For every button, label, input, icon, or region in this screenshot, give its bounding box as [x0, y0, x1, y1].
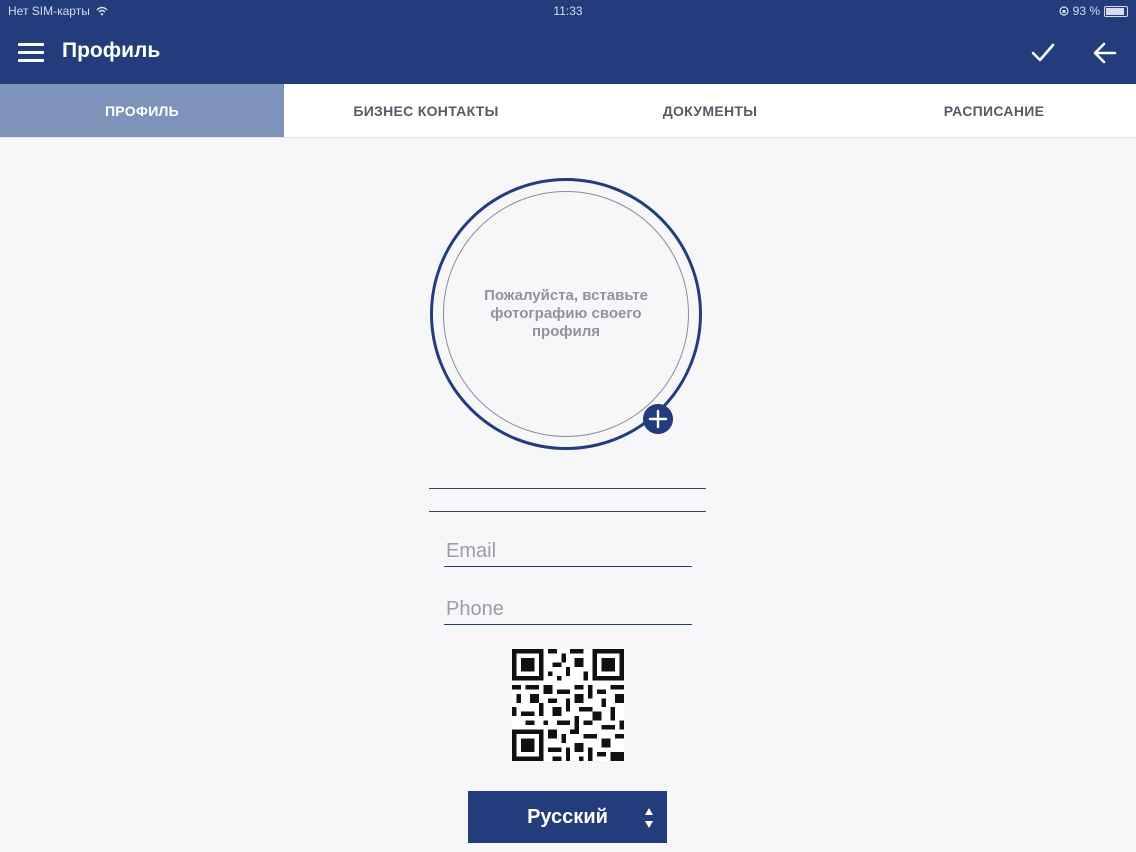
arrow-left-icon[interactable] — [1092, 40, 1118, 66]
profile-photo-placeholder: Пожалуйста, вставьте фотографию своего п… — [443, 191, 689, 437]
tab-profile[interactable]: ПРОФИЛЬ — [0, 84, 284, 137]
select-arrows-icon — [645, 808, 653, 828]
hamburger-menu-icon[interactable] — [18, 43, 44, 63]
checkmark-icon[interactable] — [1030, 40, 1056, 66]
rotation-lock-icon — [1059, 6, 1069, 16]
battery-status: 93 % — [1059, 4, 1128, 18]
battery-icon — [1104, 5, 1128, 17]
tab-bar: ПРОФИЛЬ БИЗНЕС КОНТАКТЫ ДОКУМЕНТЫ РАСПИС… — [0, 84, 1136, 138]
plus-icon[interactable] — [643, 404, 673, 434]
tab-business-contacts[interactable]: БИЗНЕС КОНТАКТЫ — [284, 84, 568, 137]
photo-hint-text: Пожалуйста, вставьте фотографию своего п… — [484, 287, 648, 340]
status-time: 11:33 — [553, 4, 583, 18]
tab-documents[interactable]: ДОКУМЕНТЫ — [568, 84, 852, 137]
language-select[interactable]: Русский — [468, 791, 667, 843]
phone-field[interactable] — [444, 595, 692, 625]
language-select-value: Русский — [527, 805, 608, 828]
surname-field-underline[interactable] — [429, 511, 706, 512]
battery-percent: 93 % — [1072, 4, 1100, 18]
name-field-underline[interactable] — [429, 488, 706, 489]
top-app-bar: Нет SIM-карты 11:33 93 % Профиль — [0, 0, 1136, 84]
qr-code — [512, 649, 624, 761]
page-title: Профиль — [62, 39, 161, 62]
email-field[interactable] — [444, 537, 692, 567]
tab-schedule[interactable]: РАСПИСАНИЕ — [852, 84, 1136, 137]
